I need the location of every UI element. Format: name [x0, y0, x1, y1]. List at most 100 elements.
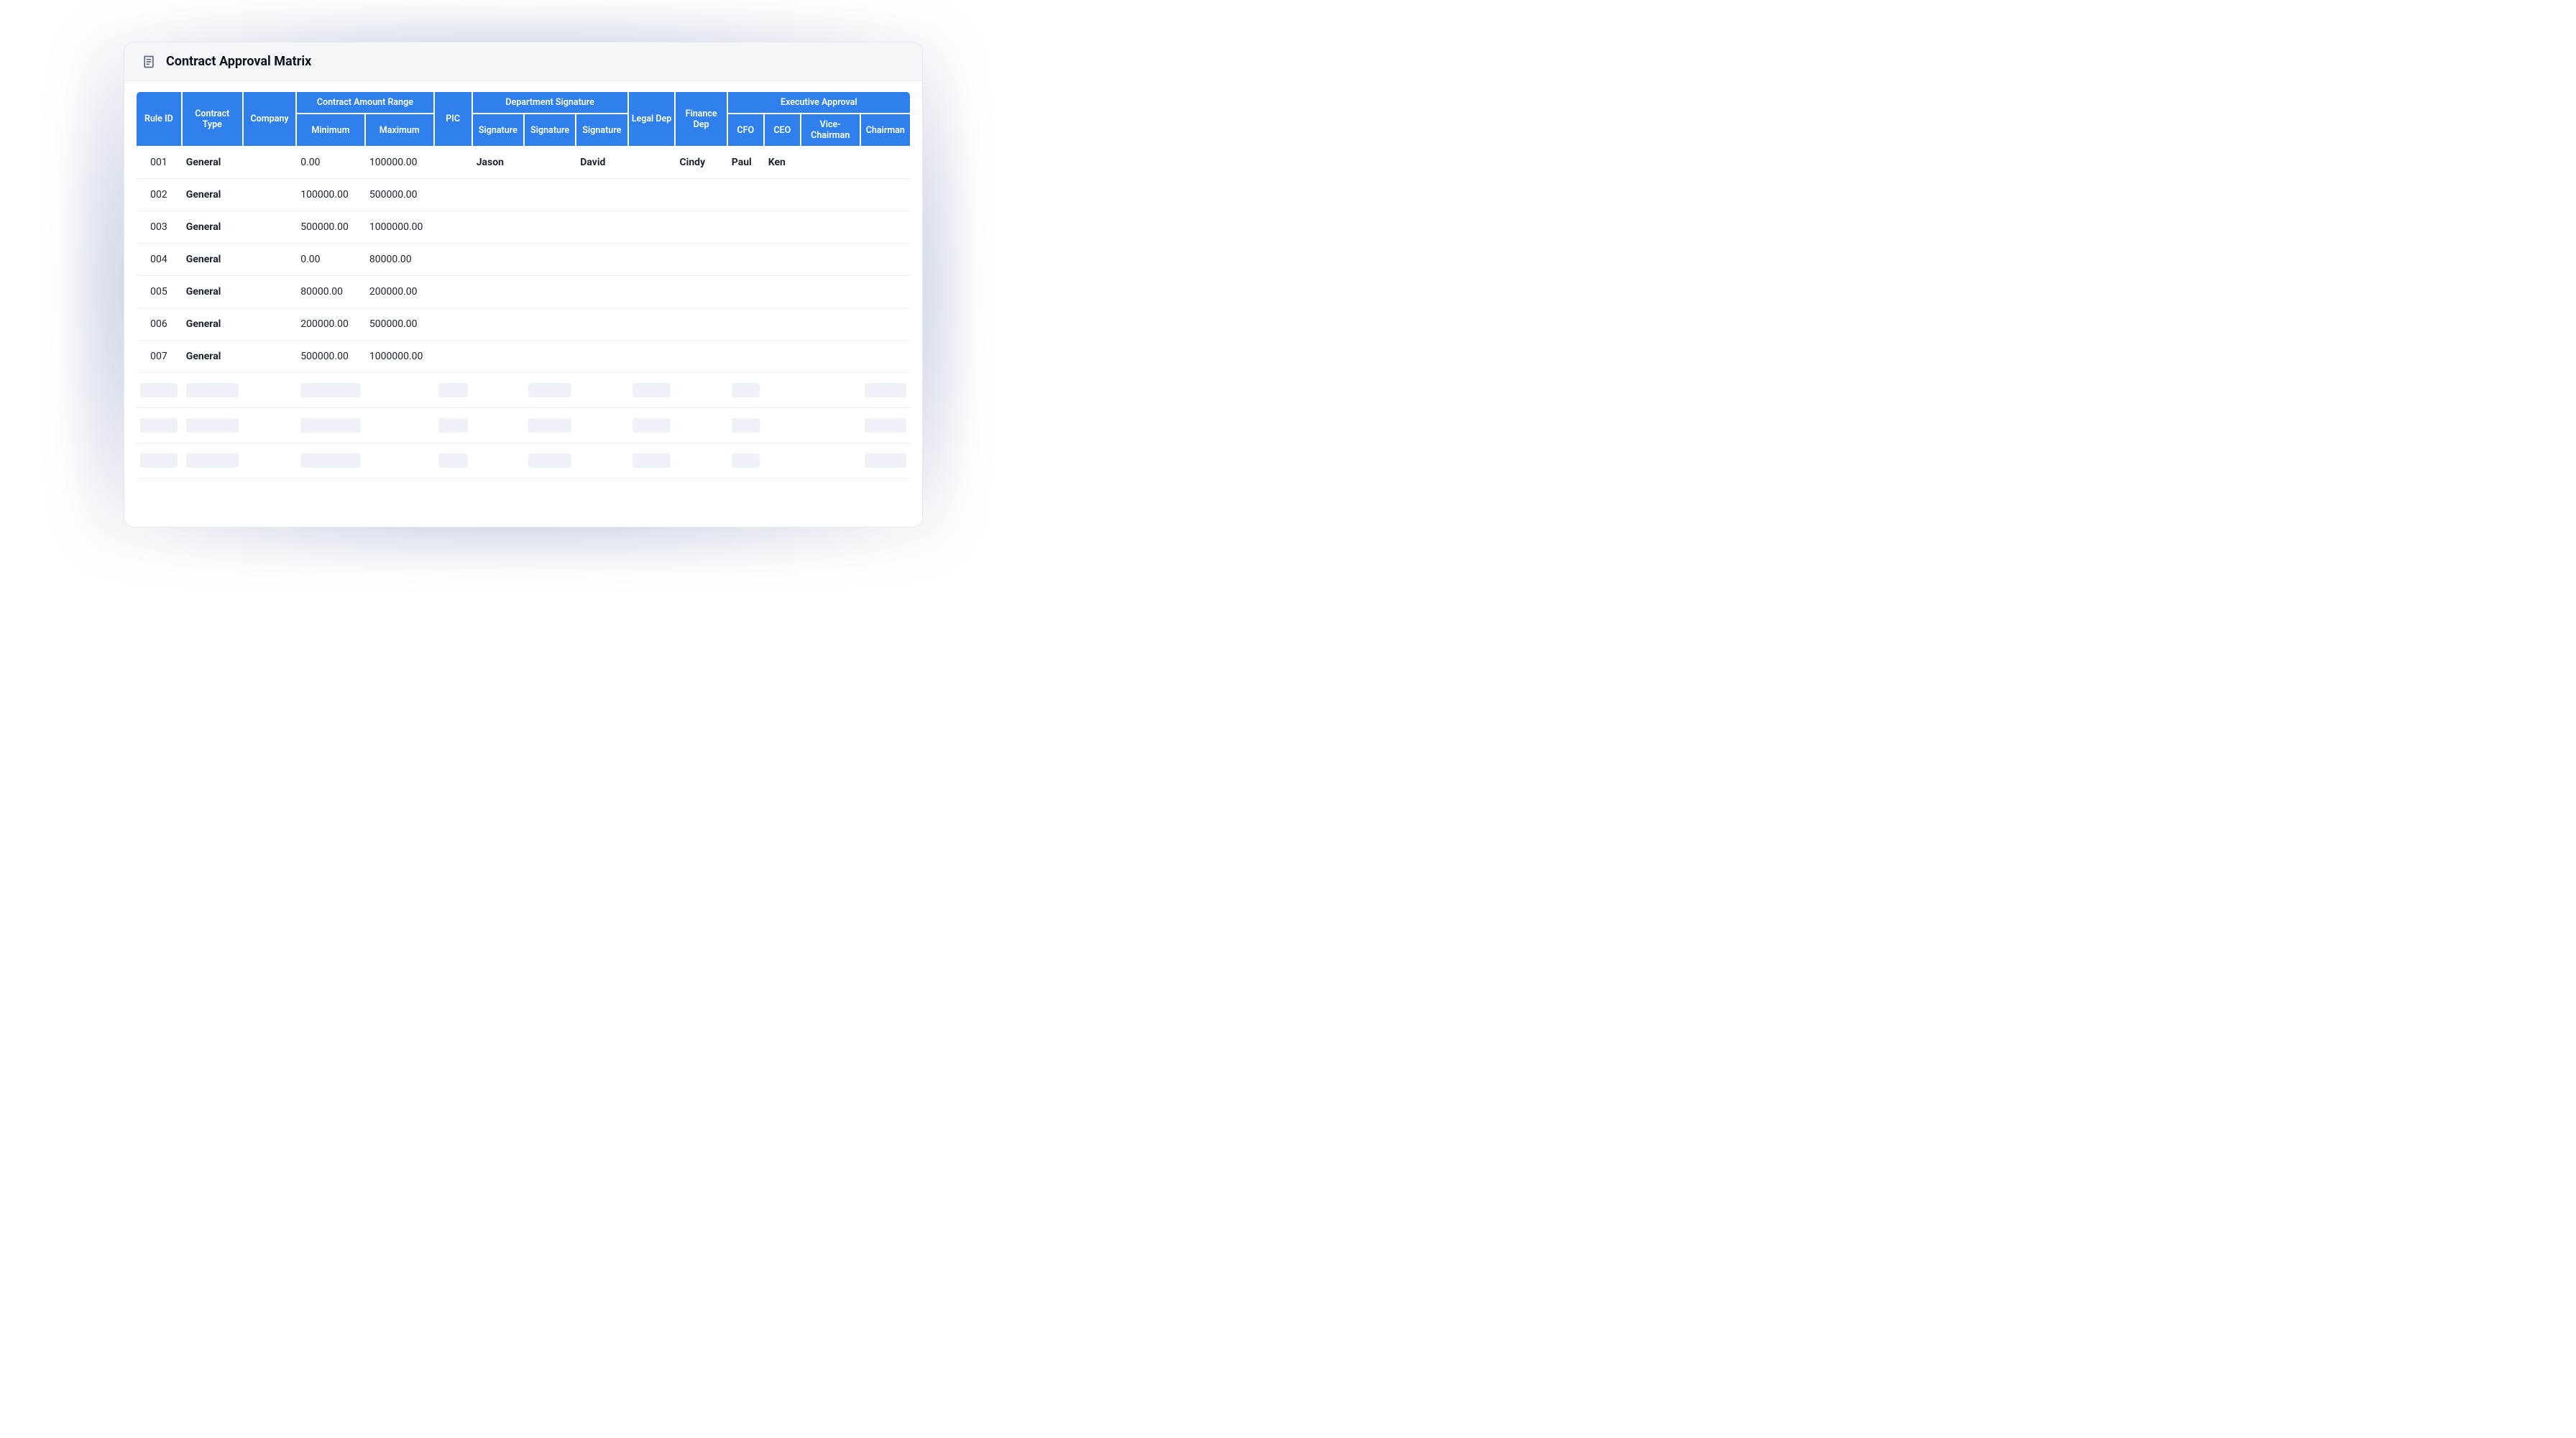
skeleton-cell [764, 443, 801, 479]
cell-rule_id: 001 [136, 147, 182, 179]
page-title: Contract Approval Matrix [166, 54, 311, 69]
cell-company [243, 341, 296, 373]
cell-cfo [727, 179, 764, 211]
skeleton-bar [438, 418, 468, 433]
cell-sig2 [524, 244, 576, 276]
table-row[interactable]: 006General200000.00500000.00 [136, 308, 911, 341]
skeleton-bar [140, 418, 178, 433]
approval-matrix-table: Rule ID Contract Type Company Contract A… [136, 91, 911, 479]
cell-company [243, 147, 296, 179]
col-minimum[interactable]: Minimum [296, 114, 365, 147]
skeleton-bar [140, 453, 178, 468]
cell-company [243, 211, 296, 244]
col-chairman[interactable]: Chairman [860, 114, 911, 147]
skeleton-cell [524, 443, 576, 479]
cell-maximum: 1000000.00 [365, 341, 434, 373]
col-legal-dep[interactable]: Legal Dep [628, 91, 676, 147]
cell-company [243, 308, 296, 341]
skeleton-cell [182, 443, 243, 479]
skeleton-cell [136, 373, 182, 408]
skeleton-cell [675, 408, 727, 443]
skeleton-cell [764, 373, 801, 408]
table-row[interactable]: 001General0.00100000.00JasonDavidCindyPa… [136, 147, 911, 179]
cell-maximum: 500000.00 [365, 179, 434, 211]
skeleton-cell [727, 373, 764, 408]
table-row[interactable]: 003General500000.001000000.00 [136, 211, 911, 244]
skeleton-cell [628, 373, 676, 408]
cell-vice [801, 276, 860, 308]
cell-vice [801, 147, 860, 179]
col-cfo[interactable]: CFO [727, 114, 764, 147]
skeleton-cell [801, 373, 860, 408]
skeleton-bar [186, 383, 239, 397]
col-company[interactable]: Company [243, 91, 296, 147]
colgroup-dept-signature[interactable]: Department Signature [472, 91, 628, 114]
cell-sig1 [472, 179, 524, 211]
cell-cfo [727, 308, 764, 341]
col-vice-chairman[interactable]: Vice-Chairman [801, 114, 860, 147]
skeleton-cell [243, 373, 296, 408]
skeleton-cell [296, 373, 365, 408]
skeleton-cell [365, 443, 434, 479]
cell-contract_type: General [182, 147, 243, 179]
col-signature-2[interactable]: Signature [524, 114, 576, 147]
skeleton-bar [300, 453, 361, 468]
cell-pic [434, 308, 472, 341]
col-finance-dep[interactable]: Finance Dep [675, 91, 727, 147]
cell-cfo [727, 341, 764, 373]
cell-pic [434, 211, 472, 244]
approval-matrix-panel: Contract Approval Matrix Rule ID Contrac… [124, 42, 923, 527]
skeleton-row [136, 373, 911, 408]
cell-ceo [764, 276, 801, 308]
table-row[interactable]: 002General100000.00500000.00 [136, 179, 911, 211]
cell-finance [675, 308, 727, 341]
col-rule-id[interactable]: Rule ID [136, 91, 182, 147]
cell-chairman [860, 308, 911, 341]
cell-sig3: David [576, 147, 627, 179]
skeleton-bar [186, 418, 239, 433]
skeleton-cell [472, 443, 524, 479]
skeleton-cell [576, 443, 627, 479]
skeleton-cell [365, 373, 434, 408]
skeleton-cell [472, 408, 524, 443]
col-signature-1[interactable]: Signature [472, 114, 524, 147]
skeleton-cell [860, 443, 911, 479]
cell-cfo [727, 244, 764, 276]
cell-company [243, 179, 296, 211]
cell-sig1 [472, 276, 524, 308]
col-signature-3[interactable]: Signature [576, 114, 627, 147]
table-row[interactable]: 005General80000.00200000.00 [136, 276, 911, 308]
skeleton-bar [732, 453, 760, 468]
colgroup-exec-approval[interactable]: Executive Approval [727, 91, 911, 114]
skeleton-bar [300, 383, 361, 397]
cell-finance [675, 276, 727, 308]
cell-rule_id: 007 [136, 341, 182, 373]
cell-company [243, 244, 296, 276]
cell-sig3 [576, 179, 627, 211]
col-contract-type[interactable]: Contract Type [182, 91, 243, 147]
cell-ceo: Ken [764, 147, 801, 179]
table-row[interactable]: 007General500000.001000000.00 [136, 341, 911, 373]
skeleton-cell [801, 408, 860, 443]
cell-finance [675, 211, 727, 244]
cell-sig2 [524, 147, 576, 179]
table-header: Rule ID Contract Type Company Contract A… [136, 91, 911, 147]
cell-minimum: 500000.00 [296, 211, 365, 244]
col-pic[interactable]: PIC [434, 91, 472, 147]
skeleton-bar [438, 453, 468, 468]
col-ceo[interactable]: CEO [764, 114, 801, 147]
table-row[interactable]: 004General0.0080000.00 [136, 244, 911, 276]
skeleton-cell [243, 443, 296, 479]
skeleton-bar [186, 453, 239, 468]
cell-legal [628, 341, 676, 373]
skeleton-cell [136, 408, 182, 443]
cell-finance [675, 341, 727, 373]
col-maximum[interactable]: Maximum [365, 114, 434, 147]
skeleton-bar [528, 453, 571, 468]
colgroup-amount-range[interactable]: Contract Amount Range [296, 91, 433, 114]
skeleton-cell [296, 443, 365, 479]
cell-sig2 [524, 341, 576, 373]
cell-finance [675, 244, 727, 276]
skeleton-cell [365, 408, 434, 443]
cell-rule_id: 006 [136, 308, 182, 341]
